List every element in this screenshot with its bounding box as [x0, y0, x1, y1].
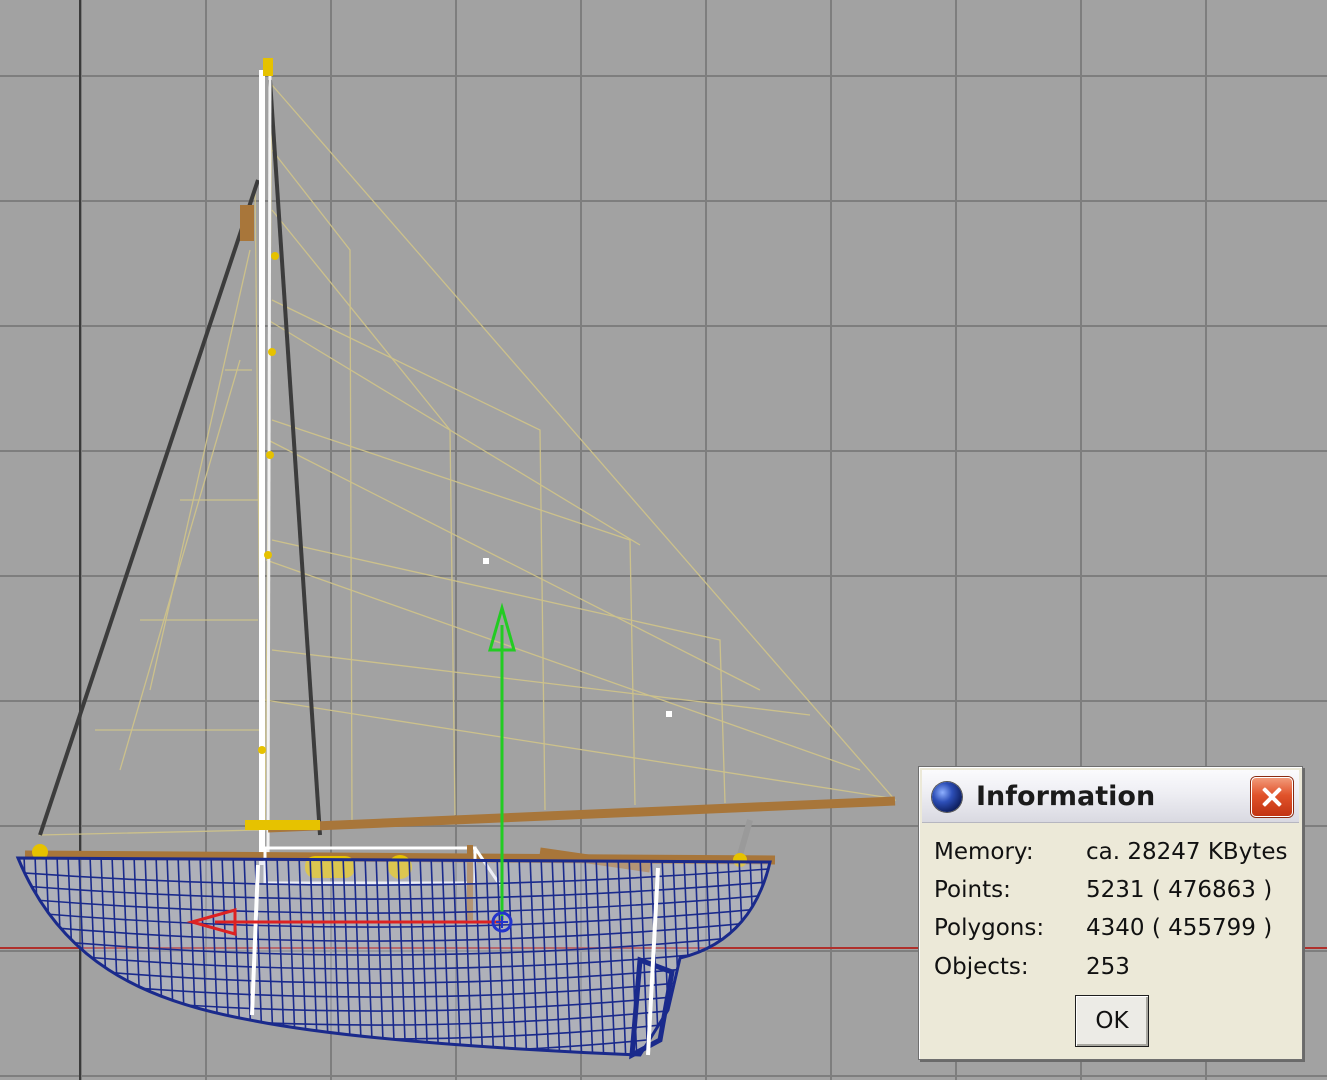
info-value: ca. 28247 KBytes [1086, 839, 1288, 865]
info-value: 253 [1086, 954, 1130, 980]
sail-wireframe [39, 83, 897, 836]
info-label: Objects: [934, 954, 1029, 980]
info-label: Points: [934, 877, 1011, 903]
hull-wireframe [15, 856, 772, 1060]
information-dialog: Information Memory: ca. 28247 KBytes Poi… [918, 766, 1303, 1060]
vertex-point [666, 711, 672, 717]
vertex-point [483, 558, 489, 564]
info-label: Polygons: [934, 915, 1045, 941]
ok-button[interactable]: OK [1075, 995, 1149, 1047]
dialog-titlebar[interactable]: Information [922, 770, 1299, 823]
info-label: Memory: [934, 839, 1034, 865]
forestay [38, 179, 260, 836]
info-value: 4340 ( 455799 ) [1086, 915, 1273, 941]
mast [240, 58, 279, 865]
info-value: 5231 ( 476863 ) [1086, 877, 1273, 903]
dialog-title: Information [976, 781, 1156, 812]
shroud [268, 79, 322, 836]
app-sphere-icon [932, 782, 962, 812]
close-icon[interactable] [1251, 777, 1293, 817]
